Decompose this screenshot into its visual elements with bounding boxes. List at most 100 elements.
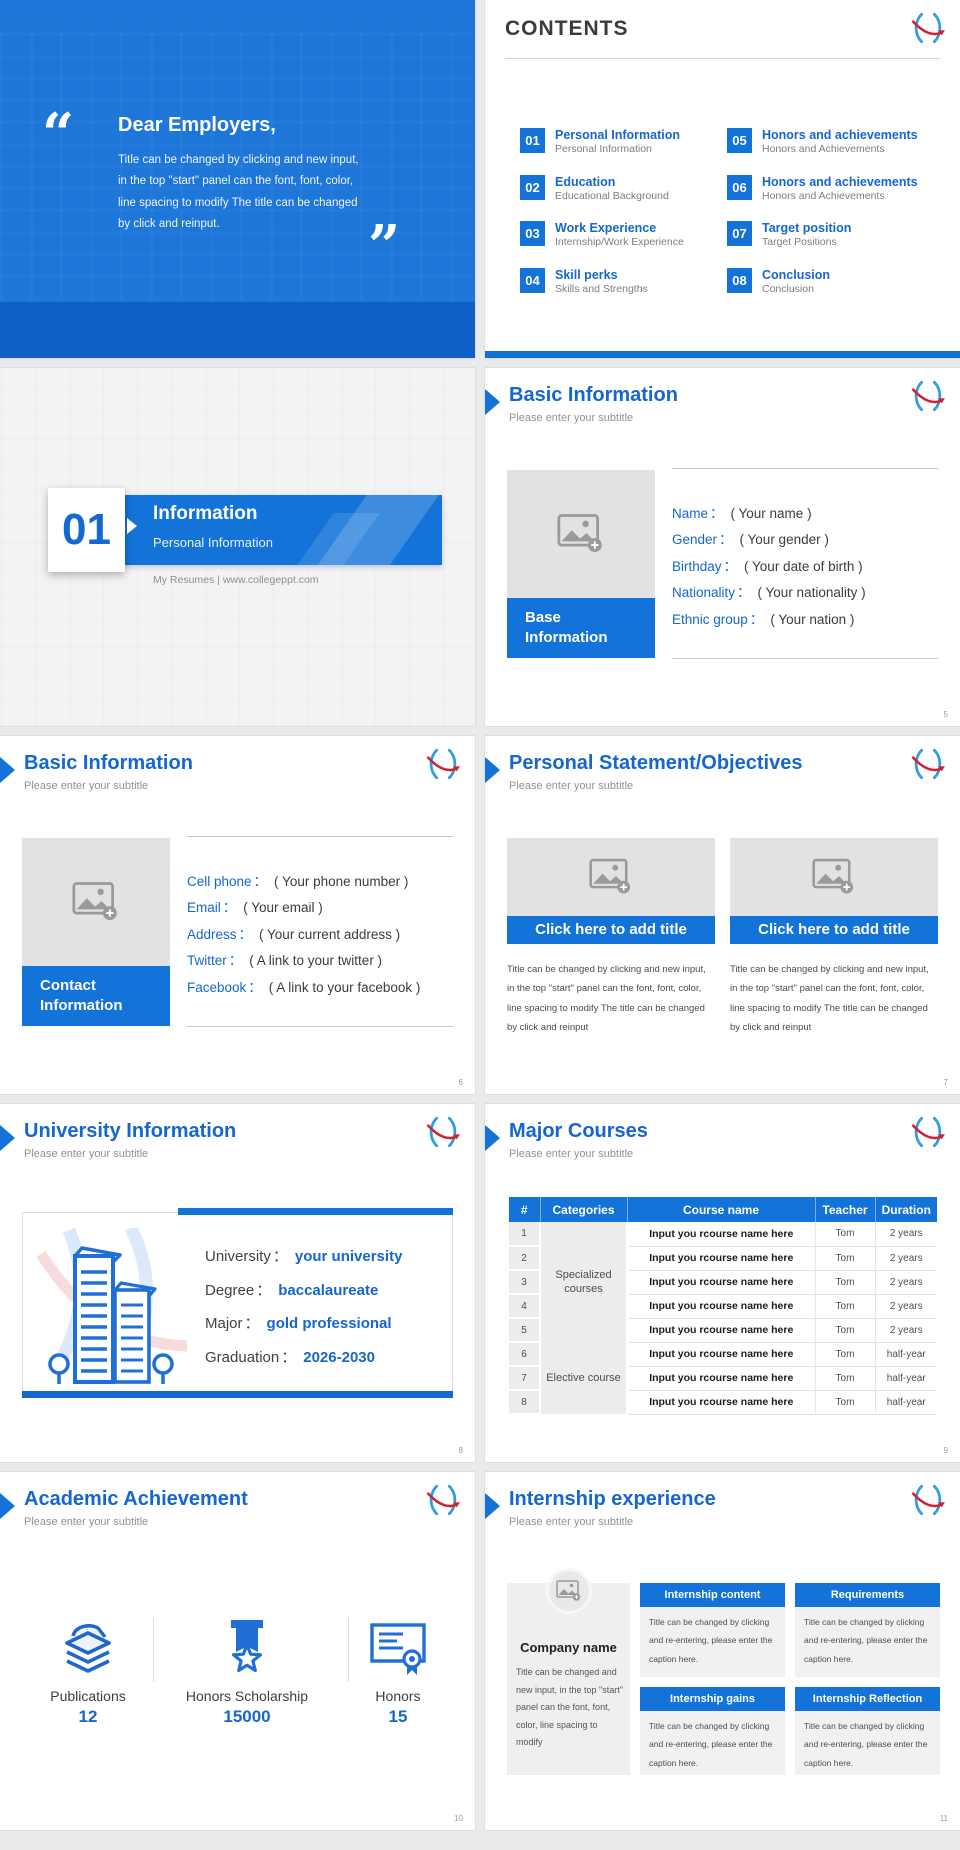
field-value: ( A link to your facebook ) bbox=[268, 979, 421, 995]
table-row: 6 Elective course Input you rcourse name… bbox=[509, 1342, 937, 1414]
title-arrow-icon bbox=[485, 1125, 500, 1151]
field-label: Ethnic group bbox=[672, 611, 748, 627]
toc-item-07[interactable]: 07 Target position Target Positions bbox=[727, 221, 927, 261]
company-photo-placeholder[interactable] bbox=[546, 1568, 592, 1614]
title-arrow-icon bbox=[0, 757, 15, 783]
colon: ： bbox=[248, 979, 262, 995]
slide-university-information[interactable]: University Information Please enter your… bbox=[0, 1104, 475, 1462]
toc-label: Education bbox=[555, 175, 616, 189]
cell-teacher: Tom bbox=[814, 1222, 875, 1247]
toc-label: Work Experience bbox=[555, 221, 657, 235]
info-field-list: Cell phone：( Your phone number ) Email：(… bbox=[187, 869, 420, 1001]
internship-box-caption: Title can be changed by clicking and re-… bbox=[795, 1711, 940, 1775]
field-row: Graduation： 2026-2030 bbox=[205, 1341, 402, 1375]
cell-category: Specialized courses bbox=[540, 1222, 628, 1342]
add-title-button[interactable]: Click here to add title bbox=[730, 916, 938, 944]
page-number: 7 bbox=[943, 1078, 948, 1087]
internship-box-header: Internship Reflection bbox=[795, 1687, 940, 1711]
column-header: Duration bbox=[875, 1197, 937, 1222]
toc-item-02[interactable]: 02 Education Educational Background bbox=[520, 175, 720, 215]
title-arrow-icon bbox=[485, 389, 500, 415]
field-value: ( Your nationality ) bbox=[757, 585, 866, 601]
cell-course: Input you rcourse name here bbox=[627, 1318, 815, 1343]
company-name: Company name bbox=[520, 1640, 617, 1655]
cell-duration: 2 years bbox=[874, 1294, 937, 1319]
toc-sublabel: Conclusion bbox=[762, 283, 814, 295]
card-caption: Title can be changed by clicking and new… bbox=[507, 964, 706, 1034]
toc-label: Personal Information bbox=[555, 128, 681, 142]
field-label: Graduation bbox=[205, 1348, 280, 1366]
field-label: Gender bbox=[672, 532, 718, 548]
field-row: Facebook： ( A link to your facebook ) bbox=[187, 975, 420, 1001]
slide-internship-experience[interactable]: Internship experience Please enter your … bbox=[485, 1472, 960, 1830]
slide-contents[interactable]: CONTENTS 01 Personal Information Persona… bbox=[485, 0, 960, 358]
slide-personal-statement[interactable]: Personal Statement/Objectives Please ent… bbox=[485, 736, 960, 1094]
field-value: 2026-2030 bbox=[303, 1348, 375, 1366]
toc-item-01[interactable]: 01 Personal Information Personal Informa… bbox=[520, 128, 720, 168]
toc-number-badge: 03 bbox=[520, 221, 545, 246]
slide-major-courses[interactable]: Major Courses Please enter your subtitle… bbox=[485, 1104, 960, 1462]
slide-contact-information[interactable]: Basic Information Please enter your subt… bbox=[0, 736, 475, 1094]
x-swoosh-logo-icon bbox=[911, 12, 946, 44]
toc-label: Target position bbox=[762, 221, 852, 235]
slide-basic-information[interactable]: Basic Information Please enter your subt… bbox=[485, 368, 960, 726]
toc-item-05[interactable]: 05 Honors and achievements Honors and Ac… bbox=[727, 128, 927, 168]
campus-buildings-illustration bbox=[36, 1228, 188, 1384]
stat-label: Publications bbox=[50, 1688, 126, 1704]
section-subtitle: Personal Information bbox=[153, 535, 273, 550]
cell-teacher: Tom bbox=[814, 1246, 875, 1271]
toc-number-badge: 04 bbox=[520, 268, 545, 293]
toc-item-06[interactable]: 06 Honors and achievements Honors and Ac… bbox=[727, 175, 927, 215]
field-label: Degree bbox=[205, 1281, 255, 1299]
toc-sublabel: Internship/Work Experience bbox=[555, 236, 684, 248]
field-row: Twitter： ( A link to your twitter ) bbox=[187, 948, 420, 974]
internship-box-caption: Title can be changed by clicking and re-… bbox=[640, 1607, 785, 1677]
page-subtitle: Please enter your subtitle bbox=[24, 1516, 149, 1528]
page-subtitle: Please enter your subtitle bbox=[509, 780, 634, 792]
x-swoosh-logo-icon bbox=[911, 748, 946, 780]
page-subtitle: Please enter your subtitle bbox=[509, 412, 634, 424]
page-title: University Information bbox=[24, 1120, 237, 1142]
stat-scholarship: Honors Scholarship 15000 bbox=[156, 1614, 338, 1727]
section-number: 01 bbox=[62, 505, 111, 554]
box-label-line1: Contact bbox=[40, 977, 96, 994]
photo-placeholder[interactable] bbox=[507, 838, 715, 916]
slide-cover[interactable]: “ Dear Employers, Title can be changed b… bbox=[0, 0, 475, 358]
toc-sublabel: Skills and Strengths bbox=[555, 283, 648, 295]
photo-placeholder[interactable] bbox=[730, 838, 938, 916]
toc-item-08[interactable]: 08 Conclusion Conclusion bbox=[727, 268, 927, 308]
page-title: Internship experience bbox=[509, 1488, 716, 1510]
cell-num: 1 bbox=[509, 1222, 541, 1247]
slide-section-01[interactable]: Information Personal Information 01 My R… bbox=[0, 368, 475, 726]
cell-num: 6 bbox=[509, 1342, 541, 1367]
photo-placeholder[interactable] bbox=[22, 838, 170, 966]
books-icon bbox=[21, 1614, 155, 1682]
page-subtitle: Please enter your subtitle bbox=[509, 1516, 634, 1528]
stat-value: 15 bbox=[388, 1707, 408, 1726]
stat-label: Honors Scholarship bbox=[185, 1688, 309, 1704]
toc-item-03[interactable]: 03 Work Experience Internship/Work Exper… bbox=[520, 221, 720, 261]
courses-table: # Categories Course name Teacher Duratio… bbox=[509, 1197, 937, 1415]
cell-course: Input you rcourse name here bbox=[627, 1366, 815, 1391]
colon: ： bbox=[222, 900, 237, 916]
field-value: ( Your email ) bbox=[243, 900, 323, 916]
certificate-icon bbox=[350, 1614, 446, 1682]
caret-right-icon bbox=[127, 518, 137, 534]
divider bbox=[505, 58, 940, 59]
cover-body-text: Title can be changed by clicking and new… bbox=[118, 154, 359, 230]
divider bbox=[187, 1026, 453, 1027]
x-swoosh-logo-icon bbox=[911, 1484, 946, 1516]
page-number: 9 bbox=[943, 1446, 948, 1455]
colon: ： bbox=[256, 1281, 272, 1299]
page-number: 10 bbox=[454, 1814, 463, 1823]
toc-item-04[interactable]: 04 Skill perks Skills and Strengths bbox=[520, 268, 720, 308]
add-title-button[interactable]: Click here to add title bbox=[507, 916, 715, 944]
slide-academic-achievement[interactable]: Academic Achievement Please enter your s… bbox=[0, 1472, 475, 1830]
add-image-icon bbox=[589, 858, 632, 895]
page-number: 8 bbox=[458, 1446, 463, 1455]
field-row: Address： ( Your current address ) bbox=[187, 922, 420, 948]
info-category-box: Base Information bbox=[507, 598, 655, 658]
photo-placeholder[interactable] bbox=[507, 470, 655, 598]
toc-number-badge: 01 bbox=[520, 128, 545, 153]
cell-course: Input you rcourse name here bbox=[627, 1222, 815, 1247]
